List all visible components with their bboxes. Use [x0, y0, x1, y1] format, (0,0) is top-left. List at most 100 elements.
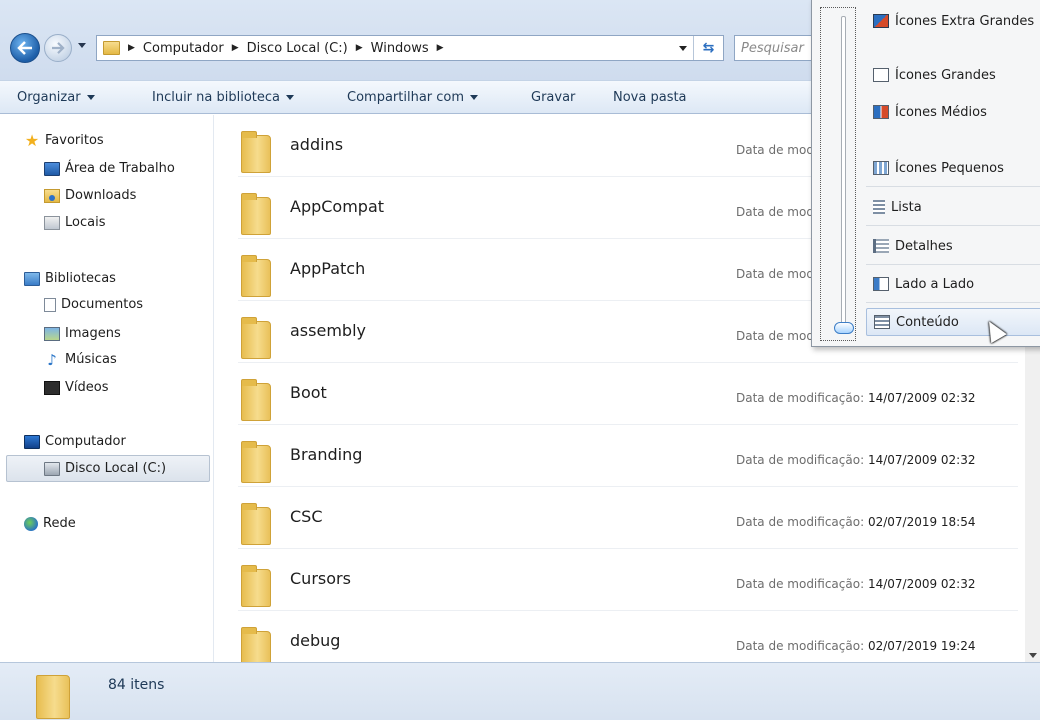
- nav-computer[interactable]: Computador: [24, 434, 126, 449]
- burn-button[interactable]: Gravar: [531, 90, 575, 105]
- view-slider[interactable]: [820, 7, 856, 341]
- menu-separator: [866, 302, 1040, 303]
- nav-local-disk-label: Disco Local (C:): [65, 461, 167, 476]
- modified-value: 14/07/2009 02:32: [867, 577, 976, 591]
- tiles-view-icon: [873, 277, 889, 291]
- file-name: AppCompat: [290, 197, 385, 216]
- folder-icon: [103, 41, 120, 55]
- nav-computer-label: Computador: [45, 434, 126, 449]
- menu-item-label: Conteúdo: [896, 314, 959, 330]
- network-icon: [24, 516, 38, 531]
- nav-downloads-label: Downloads: [65, 188, 137, 203]
- file-row[interactable]: debug Data de modificação: 02/07/2019 19…: [238, 611, 1018, 662]
- film-icon: [44, 380, 60, 395]
- nav-places[interactable]: Locais: [44, 215, 105, 230]
- scroll-down-arrow-icon[interactable]: [1029, 653, 1037, 658]
- menu-separator: [866, 264, 1040, 265]
- search-input[interactable]: Pesquisar: [734, 35, 814, 61]
- nav-libraries-label: Bibliotecas: [45, 271, 116, 286]
- folder-icon: [241, 503, 271, 545]
- content-view-icon: [874, 315, 890, 329]
- file-name: CSC: [290, 507, 323, 526]
- refresh-button[interactable]: ⇆: [693, 36, 723, 60]
- nav-documents[interactable]: Documentos: [44, 297, 143, 312]
- modified-label: Data de modificação:: [736, 515, 865, 529]
- file-name: Branding: [290, 445, 363, 464]
- medium-icons-icon: [873, 105, 889, 119]
- nav-libraries[interactable]: Bibliotecas: [24, 271, 116, 286]
- recent-pages-dropdown[interactable]: [78, 43, 86, 48]
- modified-label: Data de modificação:: [736, 391, 865, 405]
- file-modified: Data de modificação: 14/07/2009 02:32: [736, 391, 976, 405]
- organize-button[interactable]: Organizar: [17, 90, 95, 105]
- file-row[interactable]: CSC Data de modificação: 02/07/2019 18:5…: [238, 487, 1018, 549]
- file-row[interactable]: Cursors Data de modificação: 14/07/2009 …: [238, 549, 1018, 611]
- chevron-down-icon: [86, 94, 95, 100]
- small-icons-icon: [873, 161, 889, 175]
- details-pane: 84 itens: [0, 662, 1040, 720]
- forward-button[interactable]: [44, 34, 72, 62]
- breadcrumb-local-disk[interactable]: Disco Local (C:): [247, 41, 348, 56]
- include-library-button[interactable]: Incluir na biblioteca: [152, 90, 295, 105]
- list-view-icon: [873, 200, 885, 214]
- music-note-icon: ♪: [47, 350, 57, 369]
- back-button[interactable]: [10, 33, 40, 63]
- menu-item-medium-icons[interactable]: Ícones Médios: [866, 98, 1040, 126]
- file-name: debug: [290, 631, 341, 650]
- menu-separator: [866, 225, 1040, 226]
- chevron-right-icon[interactable]: ▶: [356, 43, 363, 53]
- new-folder-button[interactable]: Nova pasta: [613, 90, 687, 105]
- breadcrumb-windows[interactable]: Windows: [371, 41, 429, 56]
- modified-label: Data de modificação:: [736, 577, 865, 591]
- file-modified: Data de modificação: 14/07/2009 02:32: [736, 453, 976, 467]
- computer-icon: [24, 434, 40, 449]
- nav-network[interactable]: Rede: [24, 516, 76, 531]
- modified-value: 02/07/2019 18:54: [867, 515, 976, 529]
- nav-music[interactable]: ♪ Músicas: [44, 350, 117, 369]
- menu-item-list[interactable]: Lista: [866, 193, 1040, 221]
- recent-places-icon: [44, 215, 60, 230]
- address-history-dropdown[interactable]: [679, 46, 687, 51]
- refresh-icon: ⇆: [702, 40, 715, 56]
- nav-videos[interactable]: Vídeos: [44, 380, 108, 395]
- modified-label: Data de modificação:: [736, 639, 865, 653]
- file-row[interactable]: Branding Data de modificação: 14/07/2009…: [238, 425, 1018, 487]
- share-with-button[interactable]: Compartilhar com: [347, 90, 479, 105]
- file-row[interactable]: Boot Data de modificação: 14/07/2009 02:…: [238, 363, 1018, 425]
- modified-value: 14/07/2009 02:32: [867, 391, 976, 405]
- nav-documents-label: Documentos: [61, 297, 144, 312]
- folder-icon: [241, 131, 271, 173]
- nav-places-label: Locais: [65, 215, 106, 230]
- menu-item-extra-large-icons[interactable]: Ícones Extra Grandes: [866, 7, 1040, 35]
- menu-item-large-icons[interactable]: Ícones Grandes: [866, 61, 1040, 89]
- slider-thumb[interactable]: [834, 322, 854, 334]
- chevron-right-icon[interactable]: ▶: [232, 43, 239, 53]
- menu-item-details[interactable]: Detalhes: [866, 232, 1040, 260]
- slider-track[interactable]: [841, 16, 846, 334]
- menu-item-tiles[interactable]: Lado a Lado: [866, 270, 1040, 298]
- navigation-pane: ★ Favoritos Área de Trabalho Downloads Lo…: [0, 115, 214, 662]
- extra-large-icons-icon: [873, 14, 889, 28]
- folder-icon: [241, 255, 271, 297]
- chevron-down-icon: [286, 94, 295, 100]
- nav-desktop-label: Área de Trabalho: [65, 161, 175, 176]
- chevron-right-icon[interactable]: ▶: [128, 43, 135, 53]
- nav-favorites[interactable]: ★ Favoritos: [24, 130, 104, 150]
- folder-icon: [241, 193, 271, 235]
- address-box[interactable]: ▶ Computador ▶ Disco Local (C:) ▶ Windows ▶…: [96, 35, 724, 61]
- chevron-right-icon[interactable]: ▶: [437, 43, 444, 53]
- nav-desktop[interactable]: Área de Trabalho: [44, 161, 175, 176]
- nav-videos-label: Vídeos: [65, 380, 109, 395]
- breadcrumb-computer[interactable]: Computador: [143, 41, 224, 56]
- search-placeholder: Pesquisar: [741, 41, 804, 56]
- downloads-folder-icon: [44, 188, 60, 203]
- nav-local-disk[interactable]: Disco Local (C:): [44, 461, 166, 476]
- arrow-left-icon: [17, 41, 32, 55]
- folder-icon: [241, 317, 271, 359]
- hard-drive-icon: [44, 461, 60, 476]
- star-icon: ★: [24, 130, 40, 150]
- nav-images[interactable]: Imagens: [44, 326, 121, 341]
- menu-item-small-icons[interactable]: Ícones Pequenos: [866, 154, 1040, 182]
- menu-item-content[interactable]: Conteúdo: [866, 308, 1040, 336]
- nav-downloads[interactable]: Downloads: [44, 188, 136, 203]
